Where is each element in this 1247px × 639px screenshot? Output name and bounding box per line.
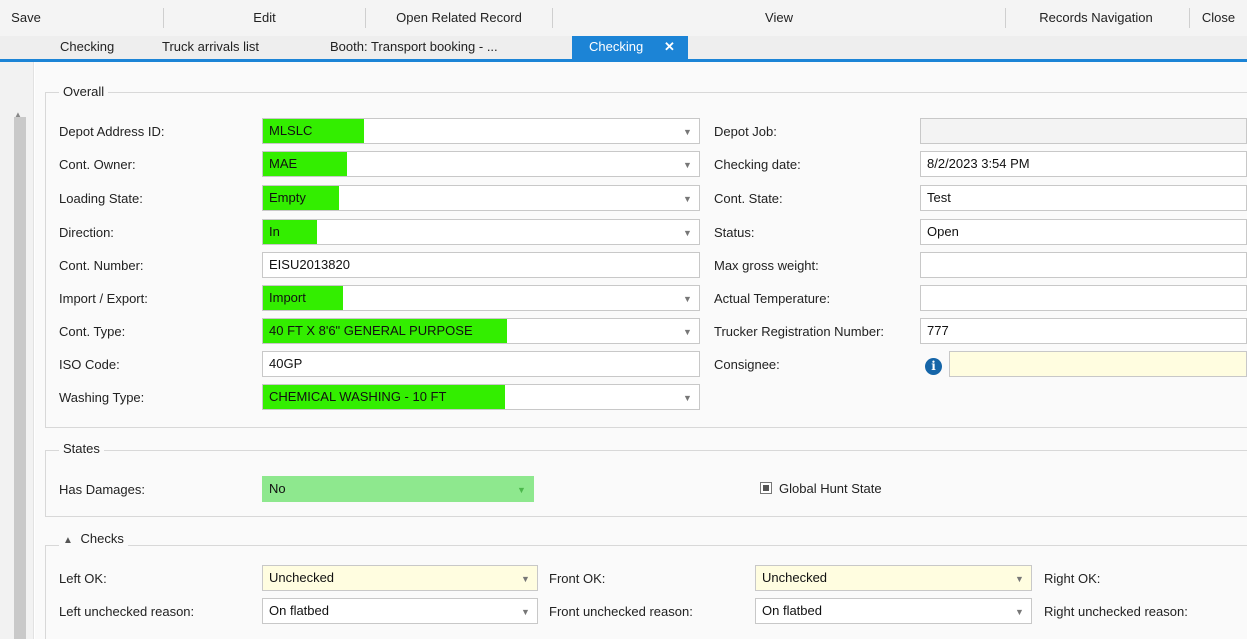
states-group-title: States bbox=[59, 441, 104, 456]
has-damages-dropdown[interactable]: No bbox=[262, 476, 534, 502]
chevron-down-icon[interactable]: ▼ bbox=[683, 127, 692, 137]
global-hunt-state-checkbox[interactable] bbox=[760, 482, 772, 494]
scrollbar[interactable] bbox=[14, 117, 26, 639]
depot-address-id-dropdown[interactable]: MLSLC bbox=[262, 118, 700, 144]
front-unchecked-reason-label: Front unchecked reason: bbox=[549, 604, 693, 619]
collapse-icon[interactable]: ▲ bbox=[63, 535, 73, 546]
actual-temperature-input[interactable] bbox=[920, 285, 1247, 311]
close-icon[interactable]: ✕ bbox=[664, 36, 675, 58]
states-group-border bbox=[45, 450, 1247, 451]
direction-dropdown[interactable]: In bbox=[262, 219, 700, 245]
trucker-registration-label: Trucker Registration Number: bbox=[714, 324, 885, 339]
chevron-down-icon[interactable]: ▼ bbox=[683, 294, 692, 304]
view-menu[interactable]: View bbox=[553, 10, 1005, 26]
direction-value: In bbox=[269, 224, 280, 239]
chevron-down-icon[interactable]: ▼ bbox=[683, 393, 692, 403]
checks-group-border bbox=[45, 545, 46, 639]
depot-address-id-label: Depot Address ID: bbox=[59, 124, 165, 139]
left-ok-dropdown[interactable]: Unchecked bbox=[262, 565, 538, 591]
iso-code-label: ISO Code: bbox=[59, 357, 120, 372]
trucker-registration-input[interactable]: 777 bbox=[920, 318, 1247, 344]
import-export-label: Import / Export: bbox=[59, 291, 148, 306]
front-ok-dropdown[interactable]: Unchecked bbox=[755, 565, 1032, 591]
overall-group-border bbox=[45, 427, 1247, 428]
chevron-down-icon[interactable]: ▼ bbox=[521, 607, 530, 617]
checks-group-border bbox=[45, 545, 1247, 546]
consignee-label: Consignee: bbox=[714, 357, 780, 372]
tab-label: Checking bbox=[589, 39, 644, 54]
tab-transport-booking[interactable]: Booth: Transport booking - ... bbox=[330, 36, 498, 61]
chevron-down-icon[interactable]: ▼ bbox=[683, 160, 692, 170]
direction-label: Direction: bbox=[59, 225, 114, 240]
actual-temperature-label: Actual Temperature: bbox=[714, 291, 831, 306]
chevron-down-icon[interactable]: ▼ bbox=[1015, 574, 1024, 584]
washing-type-value: CHEMICAL WASHING - 10 FT bbox=[269, 389, 447, 404]
global-hunt-state-label: Global Hunt State bbox=[779, 481, 882, 496]
tab-truck-arrivals-list[interactable]: Truck arrivals list bbox=[162, 36, 259, 61]
chevron-down-icon[interactable]: ▼ bbox=[1015, 607, 1024, 617]
save-button[interactable]: Save bbox=[0, 10, 52, 26]
tab-checking-active[interactable]: Checking ✕ bbox=[572, 36, 688, 61]
import-export-dropdown[interactable]: Import bbox=[262, 285, 700, 311]
status-field[interactable]: Open bbox=[920, 219, 1247, 245]
consignee-input[interactable] bbox=[949, 351, 1247, 377]
iso-code-input[interactable]: 40GP bbox=[262, 351, 700, 377]
edit-menu[interactable]: Edit bbox=[164, 10, 365, 26]
records-navigation-menu[interactable]: Records Navigation bbox=[1006, 10, 1186, 26]
states-group-border bbox=[45, 516, 1247, 517]
checking-date-field[interactable]: 8/2/2023 3:54 PM bbox=[920, 151, 1247, 177]
cont-owner-value: MAE bbox=[269, 156, 298, 171]
max-gross-weight-label: Max gross weight: bbox=[714, 258, 819, 273]
cont-state-label: Cont. State: bbox=[714, 191, 783, 206]
has-damages-label: Has Damages: bbox=[59, 482, 145, 497]
front-ok-label: Front OK: bbox=[549, 571, 606, 586]
states-group-border bbox=[45, 450, 46, 517]
overall-group-border bbox=[45, 92, 46, 427]
chevron-down-icon[interactable]: ▼ bbox=[521, 574, 530, 584]
cont-number-label: Cont. Number: bbox=[59, 258, 144, 273]
right-ok-label: Right OK: bbox=[1044, 571, 1101, 586]
depot-address-id-value: MLSLC bbox=[269, 123, 313, 138]
tab-checking[interactable]: Checking bbox=[60, 36, 114, 61]
close-button[interactable]: Close bbox=[1190, 10, 1247, 26]
front-unchecked-reason-dropdown[interactable]: On flatbed bbox=[755, 598, 1032, 624]
checks-group-title[interactable]: ▲ Checks bbox=[59, 531, 128, 546]
washing-type-dropdown[interactable]: CHEMICAL WASHING - 10 FT bbox=[262, 384, 700, 410]
left-unchecked-reason-dropdown[interactable]: On flatbed bbox=[262, 598, 538, 624]
import-export-value: Import bbox=[269, 290, 306, 305]
info-icon[interactable]: i bbox=[925, 358, 942, 375]
loading-state-dropdown[interactable]: Empty bbox=[262, 185, 700, 211]
loading-state-label: Loading State: bbox=[59, 191, 143, 206]
chevron-down-icon[interactable]: ▼ bbox=[517, 485, 526, 495]
checking-date-label: Checking date: bbox=[714, 157, 801, 172]
max-gross-weight-input[interactable] bbox=[920, 252, 1247, 278]
cont-number-input[interactable]: EISU2013820 bbox=[262, 252, 700, 278]
cont-type-dropdown[interactable]: 40 FT X 8'6" GENERAL PURPOSE bbox=[262, 318, 700, 344]
cont-type-value: 40 FT X 8'6" GENERAL PURPOSE bbox=[269, 323, 473, 338]
cont-state-field[interactable]: Test bbox=[920, 185, 1247, 211]
overall-group-border bbox=[45, 92, 1247, 93]
washing-type-label: Washing Type: bbox=[59, 390, 145, 405]
cont-owner-dropdown[interactable]: MAE bbox=[262, 151, 700, 177]
cont-type-label: Cont. Type: bbox=[59, 324, 126, 339]
cont-owner-label: Cont. Owner: bbox=[59, 157, 136, 172]
chevron-down-icon[interactable]: ▼ bbox=[683, 194, 692, 204]
depot-job-field bbox=[920, 118, 1247, 144]
left-unchecked-reason-label: Left unchecked reason: bbox=[59, 604, 195, 619]
chevron-down-icon[interactable]: ▼ bbox=[683, 228, 692, 238]
status-label: Status: bbox=[714, 225, 755, 240]
overall-group-title: Overall bbox=[59, 84, 109, 99]
right-unchecked-reason-label: Right unchecked reason: bbox=[1044, 604, 1188, 619]
loading-state-value: Empty bbox=[269, 190, 306, 205]
open-related-record-menu[interactable]: Open Related Record bbox=[366, 10, 552, 26]
depot-job-label: Depot Job: bbox=[714, 124, 777, 139]
chevron-down-icon[interactable]: ▼ bbox=[683, 327, 692, 337]
left-ok-label: Left OK: bbox=[59, 571, 107, 586]
